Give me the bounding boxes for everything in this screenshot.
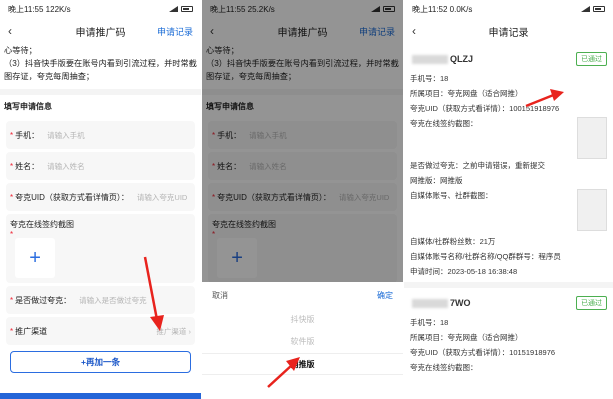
masked-text <box>412 55 448 65</box>
status-bar: 晚上11:55 122K/s <box>0 0 201 18</box>
record-name: 7WO <box>450 297 471 308</box>
name-field[interactable]: * 姓名： 请输入姓名 <box>6 152 195 180</box>
notice-text: 心等待； （3）抖音快手版要在账号内看到引流过程，并时常截图存证，夸克每周抽查； <box>0 44 201 83</box>
phone-field[interactable]: * 手机： 请输入手机 <box>6 121 195 149</box>
page-title: 申请推广码 <box>75 27 126 39</box>
record-time: 申请时间：2023-05-18 16:38:48 <box>410 267 518 276</box>
divider <box>404 282 613 288</box>
required-star: * <box>10 295 14 305</box>
record-version: 网推版：网推版 <box>410 176 463 185</box>
field-label: 夸克UID（获取方式看详情页）： <box>15 192 129 202</box>
notice-line: （3）抖音快手版要在账号内看到引流过程，并时常截图存证，夸克每周抽查； <box>4 59 197 81</box>
quark-field[interactable]: * 是否做过夸克： 请输入是否做过夸克 <box>6 286 195 314</box>
masked-text <box>412 299 448 309</box>
picker-option[interactable]: 软件版 <box>202 331 403 353</box>
uid-input[interactable]: 请输入夸克UID <box>137 192 187 203</box>
dim-overlay[interactable] <box>202 0 403 282</box>
field-label: 手机： <box>15 130 40 140</box>
channel-select[interactable]: 推广渠道 › <box>156 326 191 337</box>
field-label: 是否做过夸克： <box>15 295 72 305</box>
record-project: 所属项目：夸克网盘（适合网推） <box>410 89 523 98</box>
required-star: * <box>10 326 14 336</box>
page-title: 申请记录 <box>488 27 529 39</box>
required-star: * <box>10 192 14 202</box>
picker-sheet: 取消 确定 抖快版 软件版 网推版 <box>202 282 403 399</box>
panel-channel-picker: 晚上11:55 25.2K/s ‹ 申请推广码 申请记录 心等待； （3）抖音快… <box>202 0 403 399</box>
uid-field[interactable]: * 夸克UID（获取方式看详情页）： 请输入夸克UID <box>6 183 195 211</box>
field-label: 推广渠道 <box>15 326 48 336</box>
cancel-button[interactable]: 取消 <box>212 290 228 301</box>
record-card[interactable]: QLZJ 已通过 手机号：18 所属项目：夸克网盘（适合网推） 夸克UID（获取方… <box>410 48 607 278</box>
status-net: 0.0K/s <box>449 4 473 14</box>
status-badge: 已通过 <box>576 296 607 310</box>
channel-field[interactable]: * 推广渠道 推广渠道 › <box>6 317 195 345</box>
nav-bar: ‹ 申请记录 <box>404 18 613 44</box>
submit-bar[interactable] <box>0 393 201 399</box>
panel-apply-form: 晚上11:55 122K/s ‹ 申请推广码 申请记录 心等待； （3）抖音快手… <box>0 0 201 399</box>
screenshot-upload: 夸克在线签约截图 * + <box>6 214 195 283</box>
record-media-label: 自媒体账号、社群截图： <box>410 191 493 200</box>
status-net: 122K/s <box>45 4 71 14</box>
record-card[interactable]: 7WO 已通过 手机号：18 所属项目：夸克网盘（适合网推） 夸克UID（获取方式… <box>410 292 607 374</box>
phone-input[interactable]: 请输入手机 <box>47 130 85 141</box>
field-label: 姓名： <box>15 161 40 171</box>
status-time: 晚上11:55 <box>8 4 44 14</box>
battery-icon <box>181 6 193 12</box>
record-link[interactable]: 申请记录 <box>157 25 193 38</box>
required-star: * <box>10 130 14 140</box>
record-quark-done: 是否做过夸克：之前申请错误，重新提交 <box>410 161 545 170</box>
back-icon[interactable]: ‹ <box>412 24 416 38</box>
panel-records: 晚上11:52 0.0K/s ‹ 申请记录 QLZJ 已通过 手机号：18 所属项… <box>404 0 613 399</box>
media-thumbnail[interactable] <box>577 189 607 231</box>
signal-icon <box>581 6 590 12</box>
nav-bar: ‹ 申请推广码 申请记录 <box>0 18 201 44</box>
add-more-button[interactable]: +再加一条 <box>10 351 191 373</box>
record-screenshot-label: 夸克在线签约截图： <box>410 119 478 128</box>
record-phone: 手机号：18 <box>410 74 449 83</box>
record-account: 自媒体账号名称/社群名称/QQ群群号：程序员 <box>410 252 561 261</box>
back-icon[interactable]: ‹ <box>8 24 12 38</box>
add-image-icon[interactable]: + <box>15 238 56 278</box>
status-bar: 晚上11:52 0.0K/s <box>404 0 613 18</box>
record-uid: 夸克UID（获取方式看详情）：10151918976 <box>410 348 556 357</box>
signal-icon <box>169 6 178 12</box>
record-project: 所属项目：夸克网盘（适合网推） <box>410 333 523 342</box>
name-input[interactable]: 请输入姓名 <box>47 161 85 172</box>
record-name: QLZJ <box>450 53 474 64</box>
record-fans: 自媒体/社群粉丝数：21万 <box>410 237 496 246</box>
record-uid: 夸克UID（获取方式看详情）：100151918976 <box>410 104 560 113</box>
picker-option-selected[interactable]: 网推版 <box>202 353 403 375</box>
status-time: 晚上11:52 <box>412 4 448 14</box>
section-title: 填写申请信息 <box>4 102 52 111</box>
field-label: 夸克在线签约截图 <box>10 220 74 229</box>
notice-line: 心等待； <box>4 46 37 55</box>
record-phone: 手机号：18 <box>410 318 449 327</box>
required-star: * <box>10 161 14 171</box>
battery-icon <box>593 6 605 12</box>
screenshot-thumbnail[interactable] <box>577 117 607 159</box>
quark-input[interactable]: 请输入是否做过夸克 <box>79 295 147 306</box>
confirm-button[interactable]: 确定 <box>377 290 393 301</box>
status-badge: 已通过 <box>576 52 607 66</box>
required-star: * <box>10 230 14 239</box>
record-screenshot-label: 夸克在线签约截图： <box>410 363 478 372</box>
picker-option[interactable]: 抖快版 <box>202 309 403 331</box>
